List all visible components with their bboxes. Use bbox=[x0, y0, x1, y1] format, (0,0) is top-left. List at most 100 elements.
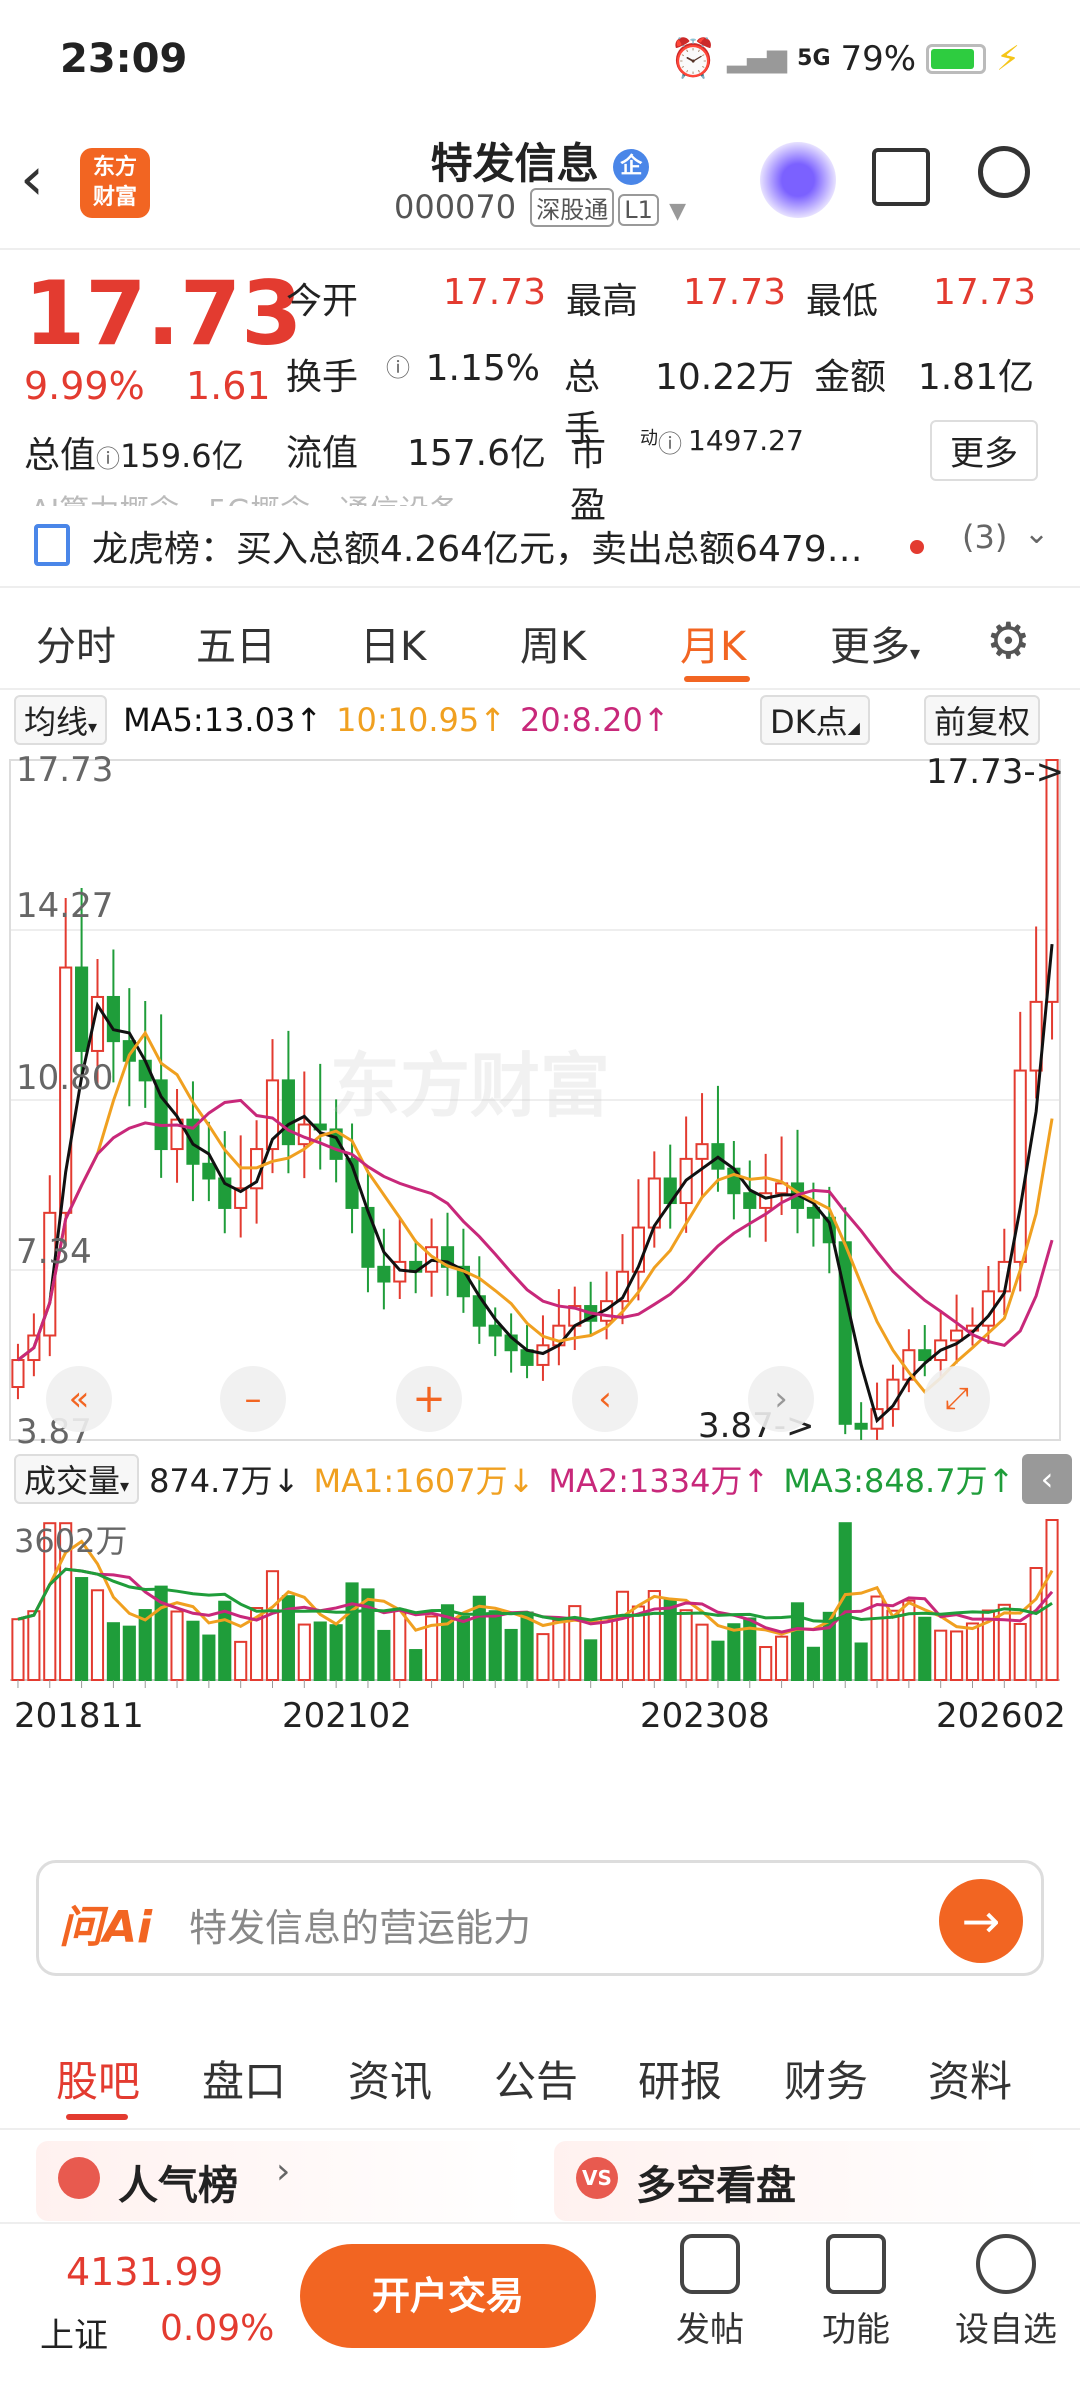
volume-bar bbox=[854, 1642, 868, 1681]
index-value[interactable]: 4131.99 bbox=[66, 2250, 223, 2294]
volume-bar bbox=[679, 1609, 693, 1682]
tab-research[interactable]: 研报 bbox=[638, 2048, 722, 2109]
active-tab-indicator bbox=[684, 676, 750, 682]
volume-bar bbox=[552, 1619, 566, 1681]
tab-intraday[interactable]: 分时 bbox=[36, 614, 116, 672]
quote-row-1: 今开 17.73 最高 17.73 最低 17.73 bbox=[286, 272, 1036, 322]
volume-max-label: 3602万 bbox=[14, 1522, 128, 1560]
zoom-in-icon[interactable]: + bbox=[396, 1366, 462, 1432]
volume-bar bbox=[886, 1609, 900, 1682]
x-tick-label: 202308 bbox=[640, 1696, 770, 1736]
settings-gear-icon[interactable]: ⚙ bbox=[986, 612, 1031, 670]
tab-finance[interactable]: 财务 bbox=[784, 2048, 868, 2109]
kline-chart[interactable]: 17.73 14.27 10.80 7.34 3.87 17.73-> 3.87… bbox=[0, 750, 1080, 1770]
zoom-out-icon[interactable]: – bbox=[220, 1366, 286, 1432]
y-tick-label: 14.27 bbox=[16, 886, 114, 926]
add-watchlist-button[interactable]: 设自选 bbox=[946, 2234, 1066, 2351]
news-headline: 龙虎榜：买入总额4.264亿元，卖出总额6479… bbox=[92, 529, 863, 570]
scroll-right-icon[interactable]: › bbox=[748, 1366, 814, 1432]
volume-bar bbox=[122, 1625, 136, 1681]
fullscreen-icon[interactable]: ⤢ bbox=[924, 1366, 990, 1432]
news-ticker[interactable]: AI算力概念 · 5G概念 · 通信设备 龙虎榜：买入总额4.264亿元，卖出总… bbox=[0, 494, 1080, 588]
volume-bar bbox=[1029, 1567, 1043, 1681]
volume-bar bbox=[234, 1640, 248, 1681]
tab-daily[interactable]: 日K bbox=[360, 614, 426, 672]
volume-selector[interactable]: 成交量▾ bbox=[14, 1454, 140, 1504]
index-change: 0.09% bbox=[160, 2308, 275, 2349]
connect-tag: 深股通 bbox=[530, 188, 615, 227]
more-dots-icon bbox=[976, 2234, 1036, 2294]
adjust-button[interactable]: 前复权 bbox=[924, 695, 1041, 745]
alarm-icon: ⏰ bbox=[669, 36, 718, 80]
quote-panel: 17.73 9.99% 1.61 总值ⓘ159.6亿 今开 17.73 最高 1… bbox=[0, 252, 1080, 526]
status-time: 23:09 bbox=[60, 36, 188, 82]
more-quote-button[interactable]: 更多 bbox=[930, 420, 1038, 481]
scroll-left-fast-icon[interactable]: « bbox=[46, 1366, 112, 1432]
volume-bar bbox=[965, 1622, 980, 1682]
vol-ma3: MA3:848.7万↑ bbox=[783, 1462, 1015, 1500]
tab-announcements[interactable]: 公告 bbox=[494, 2048, 578, 2109]
ask-ai-input[interactable]: 特发信息的营运能力 bbox=[189, 1897, 531, 1952]
stock-header: ‹ 东方 财富 特发信息 企 000070 深股通 L1 ▼ bbox=[0, 120, 1080, 250]
candle-body bbox=[536, 1344, 550, 1366]
battery-icon bbox=[926, 43, 987, 74]
tab-news[interactable]: 资讯 bbox=[348, 2048, 432, 2109]
dropdown-icon[interactable]: ▼ bbox=[669, 199, 686, 224]
candle-body bbox=[281, 1079, 295, 1146]
volume-bar bbox=[329, 1624, 343, 1682]
bull-bear-label: 多空看盘 bbox=[636, 2163, 796, 2209]
volume-bar bbox=[695, 1623, 709, 1681]
post-button[interactable]: 发帖 bbox=[650, 2234, 770, 2351]
volume-bar bbox=[775, 1635, 789, 1682]
ma-selector[interactable]: 均线▾ bbox=[14, 695, 108, 745]
volume-bar bbox=[727, 1623, 741, 1681]
search-icon[interactable] bbox=[978, 146, 1030, 198]
change-amount: 1.61 bbox=[186, 364, 271, 408]
tab-weekly[interactable]: 周K bbox=[520, 614, 586, 672]
tab-5day[interactable]: 五日 bbox=[196, 614, 276, 672]
popularity-card[interactable]: 人气榜 › bbox=[36, 2141, 526, 2221]
function-button[interactable]: 功能 bbox=[796, 2234, 916, 2351]
volume-bar bbox=[488, 1610, 502, 1682]
volume-bar bbox=[186, 1620, 200, 1682]
market-cap: 总值ⓘ159.6亿 bbox=[24, 435, 244, 476]
volume-bar bbox=[393, 1608, 407, 1681]
max-price-marker: 17.73-> bbox=[926, 752, 1065, 792]
chevron-down-icon[interactable]: ⌄ bbox=[1024, 516, 1049, 551]
change-percent: 9.99% bbox=[24, 364, 145, 408]
scroll-left-icon[interactable]: ‹ bbox=[572, 1366, 638, 1432]
tab-orderbook[interactable]: 盘口 bbox=[202, 2048, 286, 2109]
collapse-panel-icon[interactable]: ‹ bbox=[1022, 1454, 1072, 1504]
robot-avatar-icon[interactable] bbox=[760, 142, 836, 218]
share-icon[interactable] bbox=[872, 148, 930, 206]
volume-bar bbox=[27, 1610, 41, 1682]
tab-monthly[interactable]: 月K bbox=[680, 614, 746, 672]
tab-forum[interactable]: 股吧 bbox=[56, 2048, 140, 2109]
news-doc-icon bbox=[34, 524, 70, 566]
candle-body bbox=[106, 995, 120, 1043]
open-account-trade-button[interactable]: 开户交易 bbox=[300, 2244, 596, 2348]
candle-body bbox=[950, 1329, 964, 1342]
volume-value: 874.7万↓ bbox=[149, 1462, 300, 1500]
volume-bar bbox=[90, 1589, 105, 1682]
volume-bar bbox=[1013, 1623, 1027, 1681]
current-price: 17.73 bbox=[24, 262, 303, 365]
candle-body bbox=[695, 1143, 709, 1160]
chevron-right-icon: › bbox=[276, 2151, 291, 2192]
candle-body bbox=[1045, 759, 1059, 1003]
volume-bar bbox=[377, 1629, 391, 1682]
arrow-right-icon[interactable]: → bbox=[939, 1879, 1023, 1963]
candle-body bbox=[75, 966, 89, 1052]
bull-bear-card[interactable]: VS 多空看盘 bbox=[554, 2141, 1044, 2221]
tab-profile[interactable]: 资料 bbox=[928, 2048, 1012, 2109]
volume-bar bbox=[1045, 1519, 1059, 1681]
dk-point-button[interactable]: DK点◢ bbox=[760, 695, 870, 745]
kline-tabs: 分时 五日 日K 周K 月K 更多▾ ⚙ bbox=[0, 590, 1080, 690]
volume-bar bbox=[615, 1590, 630, 1681]
volume-bar bbox=[11, 1618, 25, 1682]
signal-icon: ▂▄▆ bbox=[727, 43, 788, 74]
ask-ai-bar[interactable]: 问Ai 特发信息的营运能力 → bbox=[36, 1860, 1044, 1976]
tab-more[interactable]: 更多▾ bbox=[830, 614, 920, 672]
x-tick-label: 202602 bbox=[936, 1696, 1066, 1736]
popularity-label: 人气榜 bbox=[118, 2163, 238, 2209]
